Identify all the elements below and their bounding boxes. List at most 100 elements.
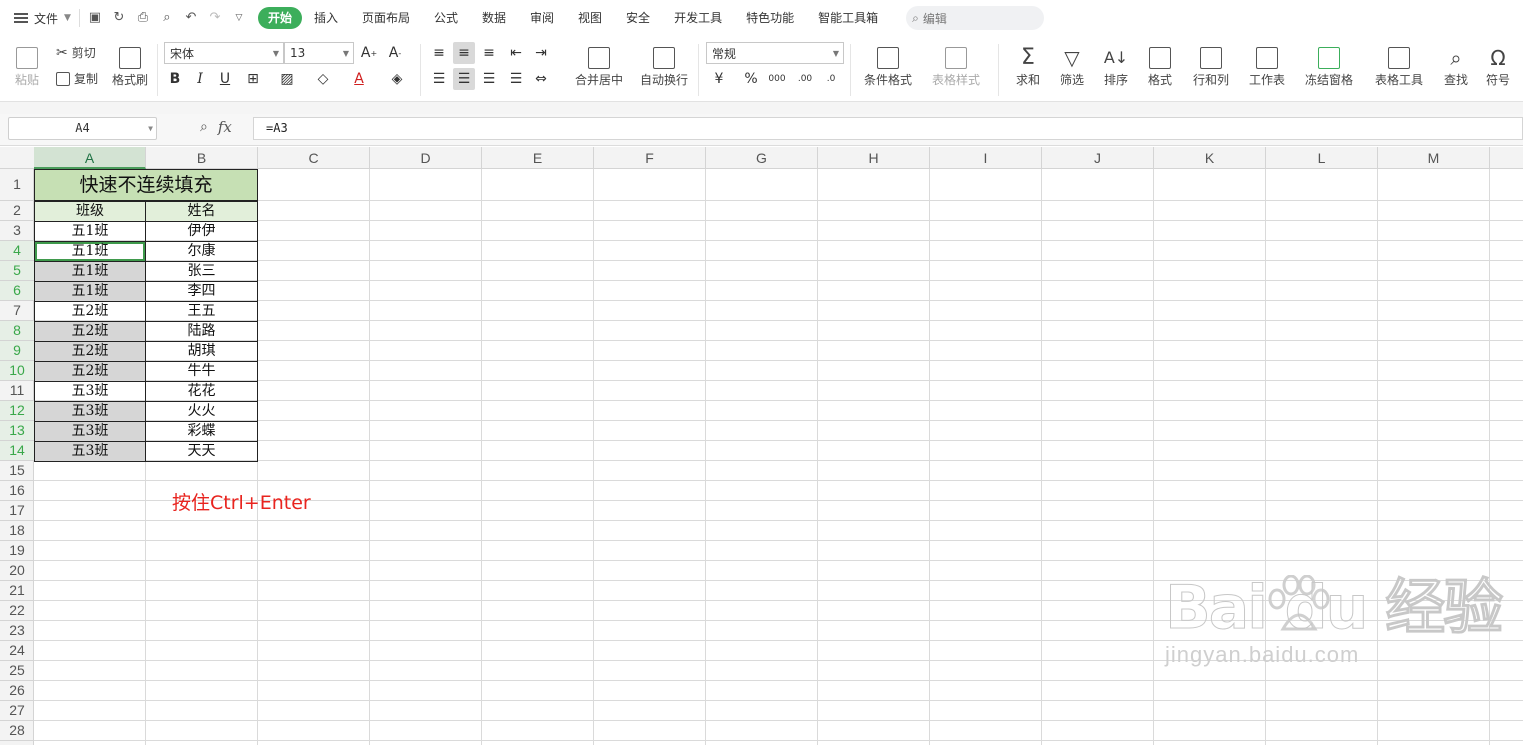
- column-header-l[interactable]: L: [1266, 147, 1378, 169]
- column-header-b[interactable]: B: [146, 147, 258, 169]
- align-bottom-icon[interactable]: ≡: [478, 42, 500, 64]
- tab-review[interactable]: 审阅: [518, 7, 566, 29]
- formula-input[interactable]: =A3: [253, 117, 1523, 140]
- row-header-19[interactable]: 19: [0, 541, 34, 561]
- row-header-26[interactable]: 26: [0, 681, 34, 701]
- save-as-icon[interactable]: ↻: [110, 9, 128, 27]
- sort-button[interactable]: A↓ 排序: [1096, 42, 1136, 92]
- save-icon[interactable]: ▣: [86, 9, 104, 27]
- align-left-icon[interactable]: ☰: [428, 68, 450, 90]
- column-header-a[interactable]: A: [34, 147, 146, 169]
- cell-b7[interactable]: 王五: [145, 301, 258, 322]
- tab-data[interactable]: 数据: [470, 7, 518, 29]
- align-center-icon[interactable]: ☰: [453, 68, 475, 90]
- column-header-f[interactable]: F: [594, 147, 706, 169]
- font-name-select[interactable]: 宋体 ▼: [164, 42, 284, 64]
- cell-b4[interactable]: 尔康: [145, 241, 258, 262]
- row-header-12[interactable]: 12: [0, 401, 34, 421]
- cell-a5[interactable]: 五1班: [34, 261, 146, 282]
- cell-a2-header[interactable]: 班级: [34, 201, 146, 222]
- cell-b9[interactable]: 胡琪: [145, 341, 258, 362]
- row-header-17[interactable]: 17: [0, 501, 34, 521]
- row-header-18[interactable]: 18: [0, 521, 34, 541]
- clear-icon[interactable]: ◈: [386, 68, 408, 90]
- number-format-select[interactable]: 常规 ▼: [706, 42, 844, 64]
- format-painter-button[interactable]: 格式刷: [110, 42, 150, 92]
- customize-icon[interactable]: ▽: [230, 9, 248, 27]
- row-header-7[interactable]: 7: [0, 301, 34, 321]
- sum-button[interactable]: Σ 求和: [1008, 42, 1048, 92]
- column-header-c[interactable]: C: [258, 147, 370, 169]
- increase-indent-icon[interactable]: ⇥: [530, 42, 552, 64]
- fill-color-icon[interactable]: ◇: [312, 68, 334, 90]
- row-header-2[interactable]: 2: [0, 201, 34, 221]
- find-button[interactable]: ⌕ 查找: [1436, 42, 1476, 92]
- tab-developer[interactable]: 开发工具: [662, 7, 734, 29]
- currency-icon[interactable]: ¥: [708, 68, 730, 90]
- tab-security[interactable]: 安全: [614, 7, 662, 29]
- cell-b12[interactable]: 火火: [145, 401, 258, 422]
- row-header-4[interactable]: 4: [0, 241, 34, 261]
- cell-a4[interactable]: 五1班: [34, 241, 146, 262]
- font-size-select[interactable]: 13 ▼: [284, 42, 354, 64]
- filter-button[interactable]: ▽ 筛选: [1052, 42, 1092, 92]
- function-icon[interactable]: fx: [218, 118, 232, 136]
- tab-special-features[interactable]: 特色功能: [734, 7, 806, 29]
- row-header-20[interactable]: 20: [0, 561, 34, 581]
- decrease-indent-icon[interactable]: ⇤: [505, 42, 527, 64]
- justify-icon[interactable]: ☰: [505, 68, 527, 90]
- fill-pattern-icon[interactable]: ▨: [276, 68, 298, 90]
- paste-button[interactable]: 粘贴: [10, 42, 44, 92]
- format-button[interactable]: 格式: [1140, 42, 1180, 92]
- decrease-font-icon[interactable]: A-: [384, 42, 406, 64]
- row-header-13[interactable]: 13: [0, 421, 34, 441]
- cell-a6[interactable]: 五1班: [34, 281, 146, 302]
- undo-icon[interactable]: ↶: [182, 9, 200, 27]
- row-header-24[interactable]: 24: [0, 641, 34, 661]
- row-header-6[interactable]: 6: [0, 281, 34, 301]
- column-header-g[interactable]: G: [706, 147, 818, 169]
- column-header-d[interactable]: D: [370, 147, 482, 169]
- cell-b6[interactable]: 李四: [145, 281, 258, 302]
- align-middle-icon[interactable]: ≡: [453, 42, 475, 64]
- file-menu[interactable]: 文件 ▼: [0, 0, 79, 36]
- increase-decimal-icon[interactable]: .00: [794, 68, 816, 90]
- name-box[interactable]: A4 ▼: [8, 117, 157, 140]
- rows-cols-button[interactable]: 行和列: [1186, 42, 1236, 92]
- cell-a8[interactable]: 五2班: [34, 321, 146, 342]
- merge-center-button[interactable]: 合并居中: [566, 42, 632, 92]
- tab-smart-toolbox[interactable]: 智能工具箱: [806, 7, 890, 29]
- column-header-h[interactable]: H: [818, 147, 930, 169]
- row-header-28[interactable]: 28: [0, 721, 34, 741]
- redo-icon[interactable]: ↷: [206, 9, 224, 27]
- freeze-panes-button[interactable]: 冻结窗格: [1298, 42, 1360, 92]
- increase-font-icon[interactable]: A +: [358, 42, 380, 64]
- row-header-1[interactable]: 1: [0, 169, 34, 201]
- tab-view[interactable]: 视图: [566, 7, 614, 29]
- tab-home[interactable]: 开始: [257, 7, 302, 29]
- cut-button[interactable]: ✂ 剪切: [56, 44, 96, 61]
- row-header-27[interactable]: 27: [0, 701, 34, 721]
- copy-button[interactable]: 复制: [56, 70, 98, 87]
- wrap-text-button[interactable]: 自动换行: [636, 42, 692, 92]
- row-header-22[interactable]: 22: [0, 601, 34, 621]
- cell-a3[interactable]: 五1班: [34, 221, 146, 242]
- print-icon[interactable]: ⎙: [134, 9, 152, 27]
- column-header-m[interactable]: M: [1378, 147, 1490, 169]
- thousands-icon[interactable]: 000: [766, 68, 788, 90]
- cell-b10[interactable]: 牛牛: [145, 361, 258, 382]
- row-header-21[interactable]: 21: [0, 581, 34, 601]
- conditional-format-button[interactable]: 条件格式: [856, 42, 920, 92]
- percent-button[interactable]: %: [740, 68, 762, 90]
- worksheet-button[interactable]: 工作表: [1242, 42, 1292, 92]
- search-input[interactable]: ⌕ 编辑: [906, 6, 1045, 30]
- cell-b13[interactable]: 彩蝶: [145, 421, 258, 442]
- cell-a10[interactable]: 五2班: [34, 361, 146, 382]
- font-color-icon[interactable]: A: [348, 68, 370, 90]
- row-header-10[interactable]: 10: [0, 361, 34, 381]
- row-header-8[interactable]: 8: [0, 321, 34, 341]
- align-top-icon[interactable]: ≡: [428, 42, 450, 64]
- cell-a14[interactable]: 五3班: [34, 441, 146, 462]
- cell-a13[interactable]: 五3班: [34, 421, 146, 442]
- row-header-25[interactable]: 25: [0, 661, 34, 681]
